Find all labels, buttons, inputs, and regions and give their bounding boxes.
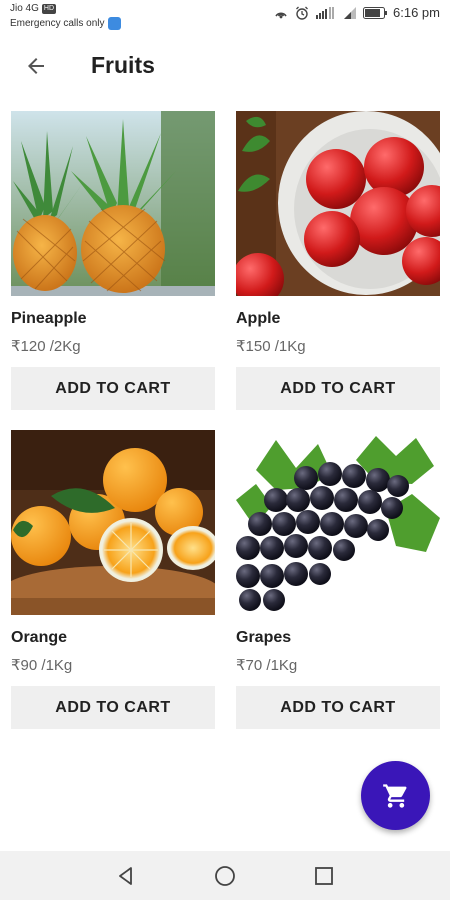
status-icons: 6:16 pm: [273, 5, 440, 20]
hotspot-icon: [273, 6, 289, 20]
square-recents-icon: [315, 866, 333, 885]
app-bar: Fruits: [0, 34, 450, 98]
add-to-cart-button[interactable]: ADD TO CART: [11, 367, 215, 410]
arrow-back-icon: [28, 58, 44, 74]
alarm-icon: [295, 6, 309, 20]
notification-app-icon: [108, 17, 122, 30]
product-name: Pineapple: [11, 310, 87, 327]
add-to-cart-button[interactable]: ADD TO CART: [11, 686, 215, 729]
grapes-image[interactable]: [236, 430, 440, 615]
add-to-cart-button[interactable]: ADD TO CART: [236, 367, 440, 410]
product-card-grapes: Grapes ₹70 /1Kg ADD TO CART: [236, 430, 440, 729]
status-bar: Jio 4G HD Emergency calls only 6:16 pm: [0, 0, 450, 34]
carrier-name: Jio 4G: [10, 3, 39, 14]
nav-recents-button[interactable]: [312, 864, 336, 888]
orange-image[interactable]: [11, 430, 215, 615]
clock-time: 6:16 pm: [393, 5, 440, 20]
triangle-back-icon: [119, 866, 132, 885]
system-nav-bar: [0, 851, 450, 900]
product-price: ₹70 /1Kg: [236, 657, 298, 674]
product-price: ₹150 /1Kg: [236, 338, 306, 355]
carrier-info: Jio 4G HD: [10, 3, 57, 14]
circle-home-icon: [215, 865, 235, 886]
hd-badge: HD: [41, 3, 57, 14]
product-name: Apple: [236, 310, 281, 327]
nav-back-button[interactable]: [114, 864, 138, 888]
page-title: Fruits: [91, 52, 155, 78]
emergency-info: Emergency calls only: [10, 17, 122, 30]
battery-icon: [363, 6, 388, 19]
back-button[interactable]: [18, 48, 54, 84]
apple-image[interactable]: [236, 111, 440, 296]
emergency-text: Emergency calls only: [10, 18, 105, 29]
wifi-calling-icon: [315, 6, 337, 20]
product-name: Grapes: [236, 629, 292, 646]
shopping-cart-icon: [382, 783, 407, 808]
product-name: Orange: [11, 629, 68, 646]
nav-home-button[interactable]: [213, 864, 237, 888]
product-price: ₹90 /1Kg: [11, 657, 73, 674]
pineapple-image[interactable]: [11, 111, 215, 296]
product-card-orange: Orange ₹90 /1Kg ADD TO CART: [11, 430, 215, 729]
add-to-cart-button[interactable]: ADD TO CART: [236, 686, 440, 729]
product-card-pineapple: Pineapple ₹120 /2Kg ADD TO CART: [11, 111, 215, 410]
product-price: ₹120 /2Kg: [11, 338, 81, 355]
product-card-apple: Apple ₹150 /1Kg ADD TO CART: [236, 111, 440, 410]
signal-icon: [343, 6, 357, 20]
cart-fab-button[interactable]: [361, 761, 430, 830]
